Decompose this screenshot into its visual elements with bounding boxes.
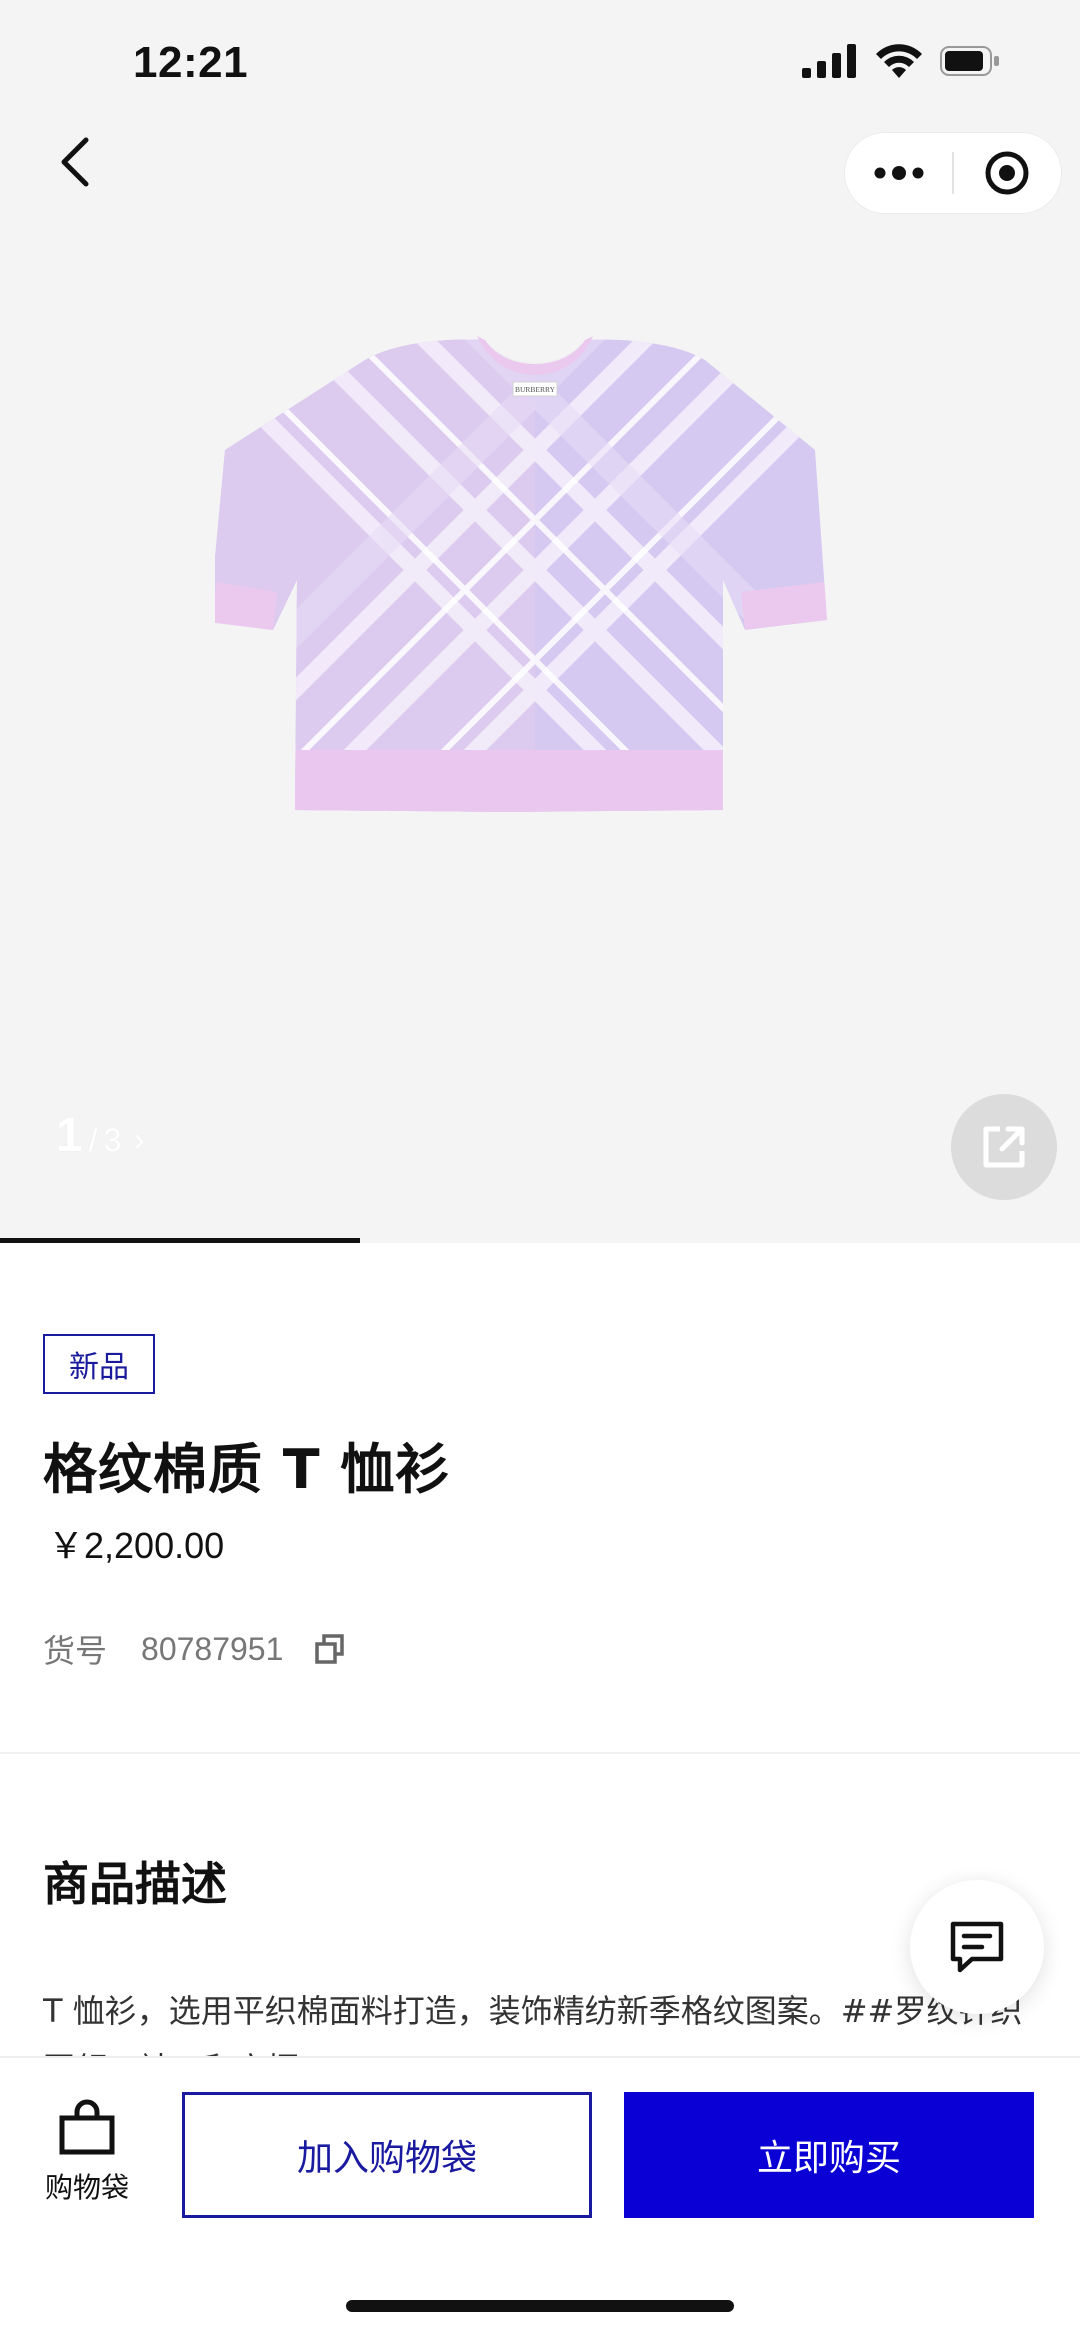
chat-icon — [950, 1921, 1004, 1973]
chevron-left-icon — [61, 137, 89, 187]
shopping-bag-label: 购物袋 — [44, 2171, 129, 2204]
more-button[interactable] — [845, 132, 952, 214]
sku-label: 货号 — [43, 1632, 108, 1670]
copy-icon[interactable] — [313, 1632, 347, 1666]
status-time: 12:21 — [133, 38, 249, 87]
shopping-bag-tab[interactable]: 购物袋 — [28, 2098, 146, 2228]
sku-value: 80787951 — [141, 1630, 284, 1667]
battery-icon — [940, 46, 999, 76]
product-gallery[interactable]: 12:21 BURBERRY 1 / 3 › — [0, 0, 1080, 1243]
customer-service-button[interactable] — [910, 1880, 1044, 2014]
gallery-progress — [0, 1238, 1080, 1243]
chevron-right-icon: › — [133, 1121, 145, 1159]
section-divider — [0, 1752, 1080, 1754]
description-heading: 商品描述 — [43, 1857, 227, 1911]
product-detail-screen: 12:21 BURBERRY 1 / 3 › 新品 格纹棉质 T 恤衫 ￥2,2… — [0, 0, 1080, 2337]
back-button[interactable] — [48, 132, 102, 192]
product-title: 格纹棉质 T 恤衫 — [43, 1438, 451, 1501]
status-icons — [802, 44, 1000, 78]
product-price: ￥2,200.00 — [48, 1525, 225, 1566]
share-button[interactable] — [951, 1094, 1057, 1200]
shopping-bag-icon — [59, 2099, 115, 2155]
new-badge: 新品 — [43, 1334, 155, 1394]
share-out-icon — [983, 1126, 1025, 1168]
wifi-icon — [876, 44, 922, 78]
pager-separator: / — [88, 1122, 98, 1158]
target-icon — [985, 151, 1029, 195]
buy-now-button[interactable]: 立即购买 — [624, 2092, 1034, 2218]
product-image-tshirt[interactable]: BURBERRY — [215, 330, 855, 930]
signal-icon — [802, 44, 856, 78]
gallery-progress-fill — [0, 1238, 360, 1243]
product-label-text: BURBERRY — [515, 385, 556, 394]
more-dots-icon — [874, 166, 923, 180]
mini-program-capsule — [844, 132, 1062, 214]
home-indicator — [346, 2300, 734, 2312]
bottom-action-bar: 购物袋 加入购物袋 立即购买 — [0, 2056, 1080, 2337]
pager-total: 3 — [103, 1122, 122, 1158]
pager-current: 1 — [56, 1109, 83, 1162]
sku-row: 货号 80787951 — [43, 1626, 347, 1672]
status-bar: 12:21 — [0, 0, 1080, 128]
gallery-pager: 1 / 3 › — [56, 1108, 145, 1163]
close-mini-program-button[interactable] — [954, 132, 1061, 214]
add-to-bag-button[interactable]: 加入购物袋 — [182, 2092, 592, 2218]
